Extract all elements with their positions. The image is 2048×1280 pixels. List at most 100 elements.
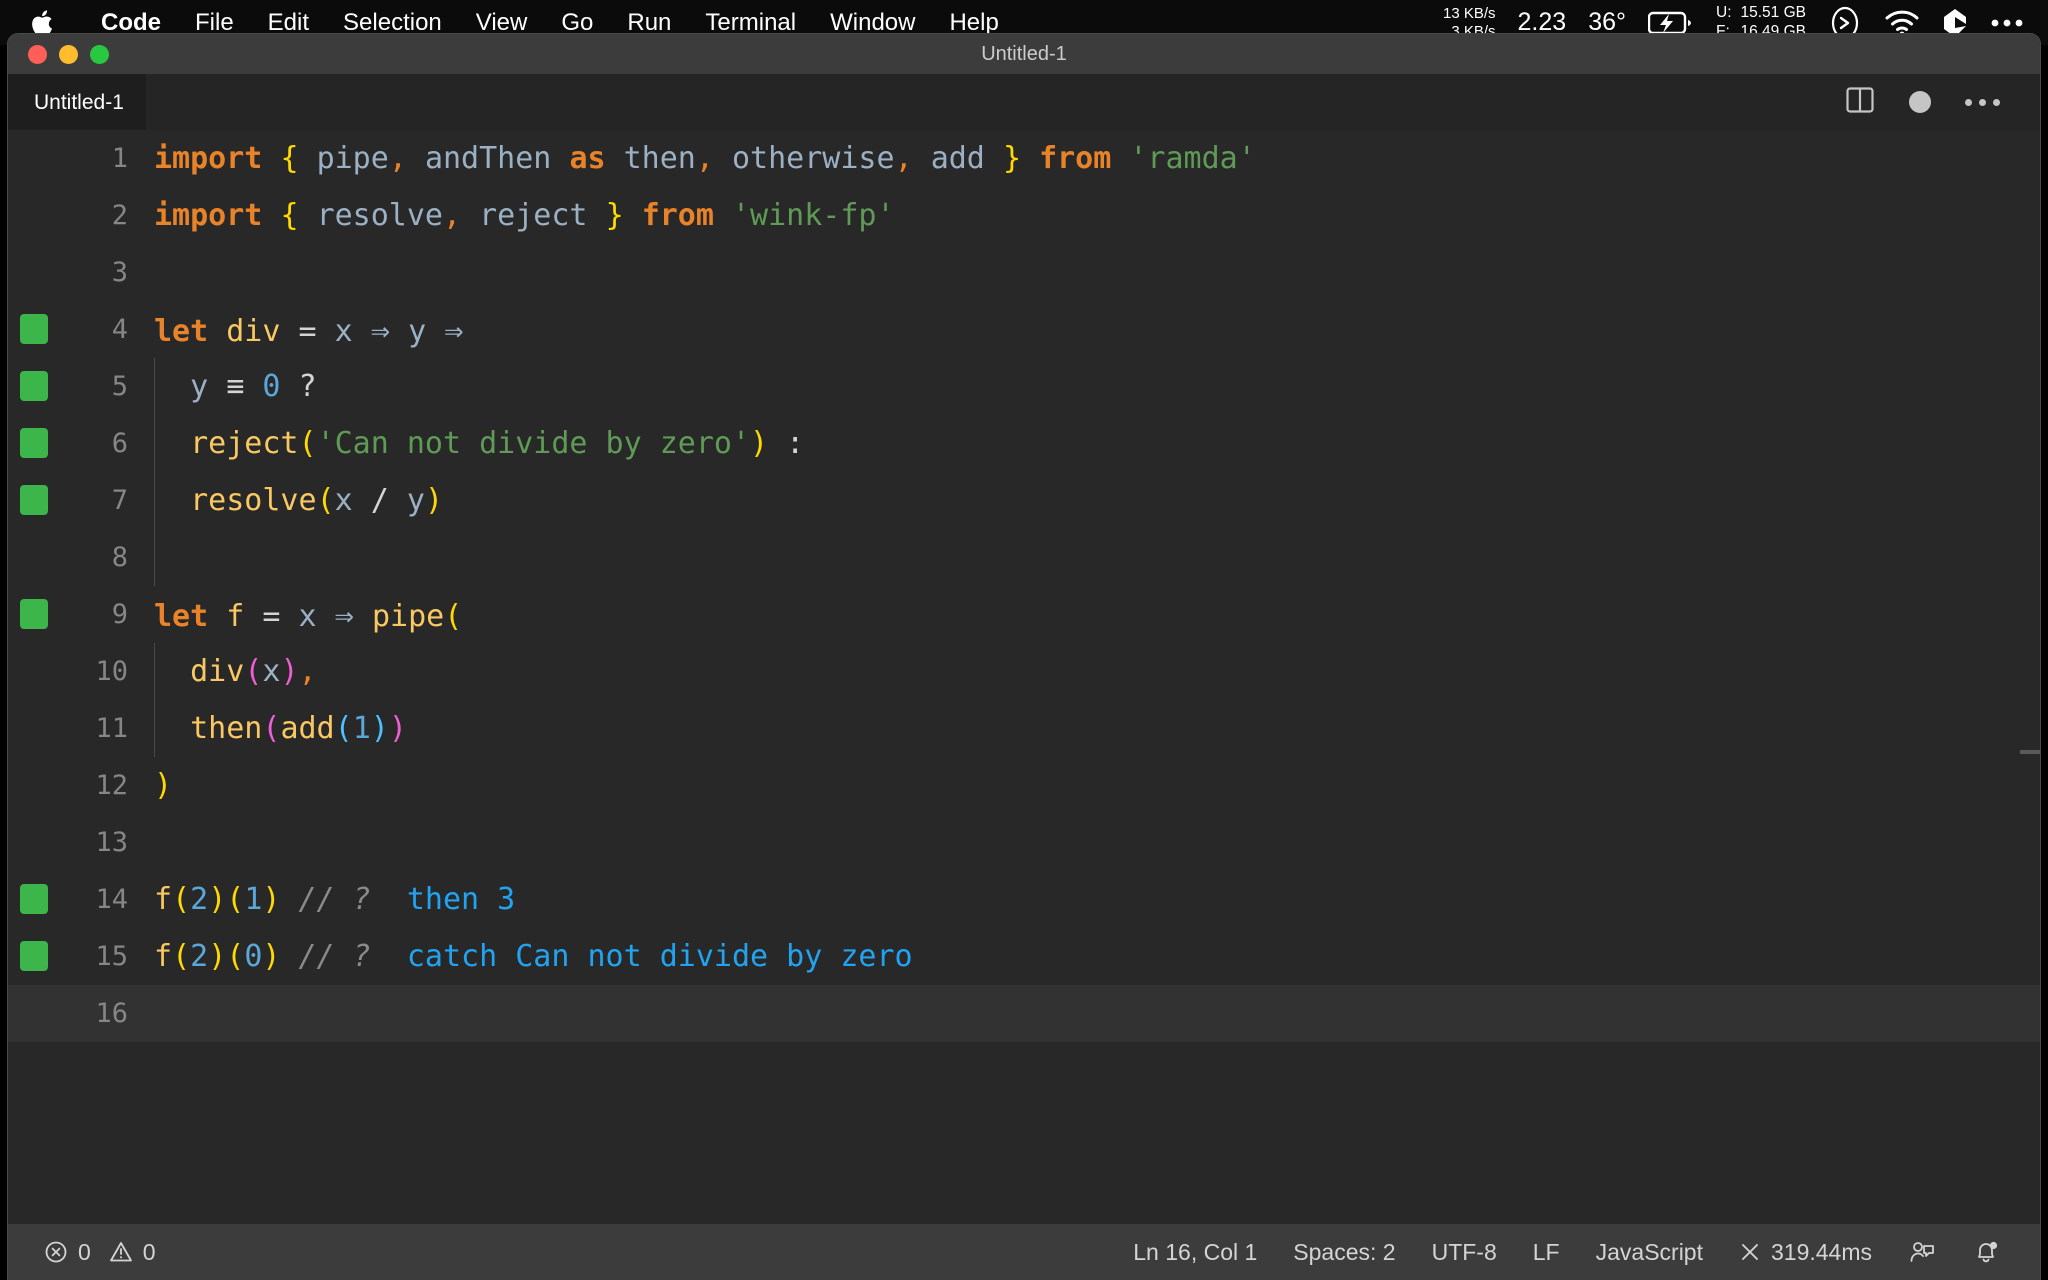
git-added-marker xyxy=(20,428,48,458)
editor-line[interactable]: 6 reject('Can not divide by zero') : xyxy=(8,415,2040,472)
editor-scrollbar[interactable] xyxy=(2020,750,2040,754)
editor-line[interactable]: 10 div(x), xyxy=(8,643,2040,700)
code-token: reject xyxy=(479,198,588,233)
code-token: ) xyxy=(208,882,227,917)
editor-line[interactable]: 3 xyxy=(8,244,2040,301)
editor-line[interactable]: 7 resolve(x / y) xyxy=(8,472,2040,529)
network-upload-speed: 13 KB/s xyxy=(1442,5,1496,23)
code-token: / xyxy=(370,483,389,518)
cursor-position-item[interactable]: Ln 16, Col 1 xyxy=(1115,1224,1275,1280)
status-bar: 0 0 Ln 16, Col 1 Spaces: 2 UTF-8 LF Java… xyxy=(8,1224,2040,1280)
editor-line[interactable]: 8 xyxy=(8,529,2040,586)
editor-line[interactable]: 15 f(2)(0) // ? catch Can not divide by z… xyxy=(8,928,2040,985)
code-token: ) xyxy=(154,768,173,803)
editor-line[interactable]: 4 let div = x ⇒ y ⇒ xyxy=(8,301,2040,358)
tab-untitled-1[interactable]: Untitled-1 xyxy=(8,74,146,130)
code-token: ) xyxy=(262,939,281,974)
code-token: y xyxy=(190,369,209,404)
dropbox-icon[interactable] xyxy=(1942,8,1968,38)
line-number: 11 xyxy=(95,713,128,744)
code-token: x xyxy=(334,483,353,518)
code-token: ⇒ xyxy=(444,310,464,349)
code-token: ( xyxy=(226,939,245,974)
editor-line[interactable]: 16 xyxy=(8,985,2040,1042)
error-count: 0 xyxy=(78,1238,91,1265)
apple-logo-icon[interactable] xyxy=(30,8,56,38)
code-token: add xyxy=(280,711,335,746)
code-token: then xyxy=(190,711,263,746)
code-token: pipe xyxy=(371,598,445,634)
line-number: 13 xyxy=(95,827,128,858)
more-actions-icon[interactable] xyxy=(1965,98,2000,106)
editor-line[interactable]: 9 let f = x ⇒ pipe( xyxy=(8,586,2040,643)
editor-line[interactable]: 12) xyxy=(8,757,2040,814)
code-line-content: then(add(1)) xyxy=(146,711,2040,746)
indent-guide xyxy=(154,358,155,415)
minimize-window-button[interactable] xyxy=(59,44,78,64)
unsaved-dot-icon[interactable] xyxy=(1909,91,1931,113)
code-token: ( xyxy=(172,939,191,974)
editor-line[interactable]: 1 import { pipe, andThen as then, otherwi… xyxy=(8,130,2040,187)
git-added-marker xyxy=(20,599,48,629)
code-token: let xyxy=(154,313,209,349)
line-number: 3 xyxy=(111,257,128,288)
control-center-icon[interactable] xyxy=(1990,17,2024,29)
code-token: 0 xyxy=(262,369,281,404)
code-token: andThen xyxy=(424,141,552,176)
code-token: 0 xyxy=(244,939,263,974)
code-token: } xyxy=(1002,141,1021,176)
battery-charging-icon[interactable] xyxy=(1648,10,1694,36)
runtime-status-item[interactable]: 319.44ms xyxy=(1721,1224,1890,1280)
editor-line[interactable]: 2 import { resolve, reject } from 'wink-f… xyxy=(8,187,2040,244)
encoding-item[interactable]: UTF-8 xyxy=(1414,1224,1515,1280)
temperature-indicator[interactable]: 36° xyxy=(1588,8,1626,37)
feedback-item[interactable] xyxy=(1890,1224,1954,1280)
wifi-icon[interactable] xyxy=(1884,9,1920,37)
indent-guide xyxy=(154,700,155,757)
editor-line[interactable]: 5 y ≡ 0 ? xyxy=(8,358,2040,415)
code-token: ( xyxy=(172,882,191,917)
split-editor-icon[interactable] xyxy=(1845,85,1875,120)
editor-line[interactable]: 13 xyxy=(8,814,2040,871)
problems-status-item[interactable]: 0 0 xyxy=(26,1224,174,1280)
editor-line[interactable]: 14 f(2)(1) // ? then 3 xyxy=(8,871,2040,928)
maximize-window-button[interactable] xyxy=(90,44,109,64)
code-token: pipe xyxy=(316,141,389,176)
code-token: otherwise xyxy=(732,141,895,176)
cpu-load-indicator[interactable]: 2.23 xyxy=(1518,8,1567,37)
editor-line[interactable]: 11 then(add(1)) xyxy=(8,700,2040,757)
window-title: Untitled-1 xyxy=(981,42,1067,65)
code-editor[interactable]: 1 import { pipe, andThen as then, otherwi… xyxy=(8,130,2040,1224)
language-mode-item[interactable]: JavaScript xyxy=(1578,1224,1721,1280)
indentation-item[interactable]: Spaces: 2 xyxy=(1275,1224,1413,1280)
code-token: f xyxy=(154,882,173,917)
eol-item[interactable]: LF xyxy=(1515,1224,1578,1280)
code-token: = xyxy=(298,313,317,349)
close-x-icon xyxy=(1739,1241,1761,1263)
indent-guide xyxy=(154,415,155,472)
code-token: , xyxy=(894,141,913,176)
code-token: 2 xyxy=(190,882,209,917)
window-controls xyxy=(8,44,109,64)
close-window-button[interactable] xyxy=(28,44,47,64)
code-token: = xyxy=(262,598,281,634)
notifications-item[interactable] xyxy=(1954,1224,2018,1280)
tab-label: Untitled-1 xyxy=(34,90,124,114)
